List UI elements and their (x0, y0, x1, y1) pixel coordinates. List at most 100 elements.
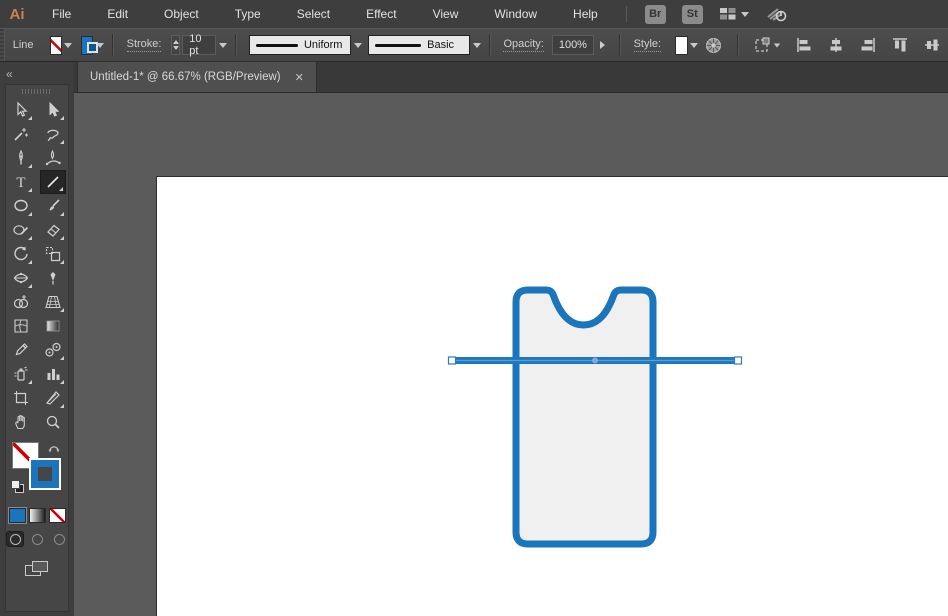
close-tab-icon[interactable]: ✕ (295, 71, 304, 84)
brush-dropdown[interactable] (472, 36, 481, 55)
align-vcenter-button[interactable] (923, 36, 941, 54)
graphic-style-swatch[interactable] (675, 36, 688, 55)
gradient-tool[interactable] (40, 314, 66, 338)
align-top-button[interactable] (891, 36, 909, 54)
brush-combo[interactable]: Basic (368, 35, 470, 55)
width-profile-combo[interactable]: Uniform (249, 35, 351, 55)
bridge-button[interactable]: Br (645, 5, 666, 24)
width-profile-preview (256, 44, 297, 47)
puppet-warp-tool[interactable] (40, 266, 66, 290)
color-wheel-icon (705, 37, 722, 54)
swap-fill-stroke-button[interactable] (47, 442, 61, 454)
stroke-weight-dropdown[interactable] (218, 36, 227, 55)
mesh-tool[interactable] (8, 314, 34, 338)
selection-tool[interactable] (8, 98, 34, 122)
divider (489, 34, 490, 56)
rotate-tool[interactable] (8, 242, 34, 266)
menu-effect[interactable]: Effect (348, 0, 414, 28)
menu-type[interactable]: Type (217, 0, 279, 28)
curvature-icon (44, 149, 62, 167)
menu-object[interactable]: Object (146, 0, 217, 28)
none-button[interactable] (49, 508, 66, 523)
stroke-proxy-swatch[interactable] (29, 458, 61, 490)
fill-color-dropdown[interactable] (64, 36, 73, 55)
gpu-performance-toggle[interactable] (765, 5, 789, 23)
canvas[interactable] (74, 93, 948, 616)
default-fill-stroke-button[interactable] (11, 480, 24, 493)
menu-view[interactable]: View (415, 0, 477, 28)
change-screen-mode-button[interactable] (25, 561, 49, 577)
center-anchor-point[interactable] (592, 358, 598, 364)
pen-tool[interactable] (8, 146, 34, 170)
toolbox-grip[interactable] (22, 89, 52, 94)
curvature-tool[interactable] (40, 146, 66, 170)
draw-behind-button[interactable] (28, 531, 46, 547)
artboard-tool[interactable] (8, 386, 34, 410)
opacity-expand-icon[interactable] (600, 41, 605, 49)
scale-tool[interactable] (40, 242, 66, 266)
divider (619, 34, 620, 56)
stroke-weight-field[interactable]: 10 pt (182, 35, 216, 55)
lasso-tool[interactable] (40, 122, 66, 146)
right-endpoint-handle[interactable] (735, 357, 742, 364)
direct-selection-tool[interactable] (40, 98, 66, 122)
color-button[interactable] (9, 508, 26, 523)
opacity-field[interactable]: 100% (552, 35, 594, 55)
magic-wand-tool[interactable] (8, 122, 34, 146)
gradient-button[interactable] (29, 508, 46, 523)
draw-normal-button[interactable] (6, 531, 24, 547)
menu-help[interactable]: Help (555, 0, 616, 28)
graphic-style-dropdown[interactable] (690, 36, 699, 55)
left-endpoint-handle[interactable] (449, 357, 456, 364)
align-center-button[interactable] (827, 36, 845, 54)
opacity-panel-link[interactable]: Opacity: (503, 38, 543, 52)
draw-mode-row (6, 531, 68, 547)
shaper-tool[interactable] (8, 218, 34, 242)
eraser-tool[interactable] (40, 218, 66, 242)
brush-value: Basic (427, 39, 454, 51)
width-profile-dropdown[interactable] (353, 36, 362, 55)
draw-inside-button[interactable] (50, 531, 68, 547)
shape-builder-tool[interactable] (8, 290, 34, 314)
menu-edit[interactable]: Edit (89, 0, 146, 28)
notched-rectangle-shape[interactable] (516, 290, 653, 544)
stock-button[interactable]: St (682, 5, 703, 24)
paintbrush-tool[interactable] (40, 194, 66, 218)
chevron-down-icon (774, 43, 780, 47)
screen-mode-icon (32, 561, 48, 572)
symbol-sprayer-tool[interactable] (8, 362, 34, 386)
align-right-button[interactable] (859, 36, 877, 54)
perspective-grid-icon (44, 293, 62, 311)
stroke-color-swatch[interactable] (81, 36, 94, 55)
workspace-switcher[interactable] (719, 7, 749, 21)
recolor-artwork-button[interactable] (705, 37, 722, 54)
menu-file[interactable]: File (34, 0, 89, 28)
align-left-button[interactable] (795, 36, 813, 54)
style-panel-link[interactable]: Style: (634, 38, 662, 52)
document-tab[interactable]: Untitled-1* @ 66.67% (RGB/Preview) ✕ (77, 61, 317, 92)
stroke-weight-stepper[interactable] (171, 35, 180, 55)
slice-tool[interactable] (40, 386, 66, 410)
ellipse-tool[interactable] (8, 194, 34, 218)
stroke-panel-link[interactable]: Stroke: (127, 38, 162, 52)
line-segment-icon (44, 173, 62, 191)
magic-wand-icon (12, 125, 30, 143)
line-segment-tool[interactable] (40, 170, 66, 194)
eyedropper-tool[interactable] (8, 338, 34, 362)
width-tool[interactable] (8, 266, 34, 290)
control-bar-grip[interactable] (0, 29, 5, 61)
collapse-panel-button[interactable]: « (6, 67, 12, 81)
fill-color-swatch[interactable] (50, 36, 63, 55)
document-tab-bar: Untitled-1* @ 66.67% (RGB/Preview) ✕ (74, 62, 948, 93)
hand-tool[interactable] (8, 410, 34, 434)
type-tool[interactable]: T (8, 170, 34, 194)
zoom-tool[interactable] (40, 410, 66, 434)
transform-menu-button[interactable] (753, 36, 781, 54)
symbol-sprayer-icon (12, 365, 30, 383)
column-graph-tool[interactable] (40, 362, 66, 386)
perspective-grid-tool[interactable] (40, 290, 66, 314)
blend-tool[interactable] (40, 338, 66, 362)
menu-select[interactable]: Select (279, 0, 348, 28)
draw-behind-icon (32, 534, 43, 545)
menu-window[interactable]: Window (476, 0, 555, 28)
